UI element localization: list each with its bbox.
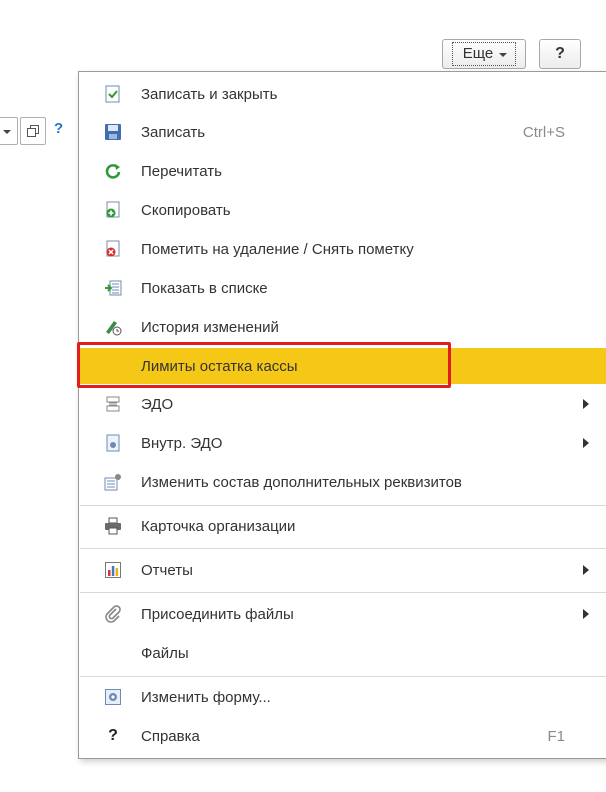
menu-item-label: Лимиты остатка кассы	[141, 357, 298, 375]
menu-item-cash-limits[interactable]: Лимиты остатка кассы	[79, 348, 606, 384]
menu-item-label: Справка	[141, 727, 200, 745]
menu-item-label: Файлы	[141, 644, 189, 662]
internal-edo-icon	[103, 433, 123, 453]
menu-item-shortcut: Ctrl+S	[522, 123, 565, 141]
open-window-icon	[27, 125, 39, 137]
menu-item-save[interactable]: Записать Ctrl+S	[79, 115, 606, 149]
menu-item-label: Записать и закрыть	[141, 85, 278, 103]
menu-item-label: ЭДО	[141, 395, 174, 413]
menu-item-label: Записать	[141, 123, 206, 141]
chevron-down-icon	[3, 130, 11, 134]
menu-item-label: Перечитать	[141, 162, 222, 180]
menu-item-label: Изменить форму...	[141, 688, 271, 706]
menu-item-label: Карточка организации	[141, 517, 296, 535]
submenu-arrow-icon	[583, 565, 589, 575]
menu-item-shortcut: F1	[547, 727, 565, 745]
menu-item-save-and-close[interactable]: Записать и закрыть	[79, 77, 606, 111]
more-button-label: Еще	[462, 45, 494, 62]
submenu-arrow-icon	[583, 609, 589, 619]
field-help-link[interactable]: ?	[54, 120, 63, 137]
more-button[interactable]: Еще	[442, 39, 526, 69]
printer-icon	[103, 516, 123, 536]
menu-item-label: Присоединить файлы	[141, 605, 294, 623]
menu-item-mark-delete[interactable]: Пометить на удаление / Снять пометку	[79, 232, 606, 266]
menu-item-edo[interactable]: ЭДО	[79, 387, 606, 421]
submenu-arrow-icon	[583, 438, 589, 448]
menu-item-show-in-list[interactable]: Показать в списке	[79, 271, 606, 305]
help-button[interactable]: ?	[539, 39, 581, 69]
menu-item-reread[interactable]: Перечитать	[79, 154, 606, 188]
edo-icon	[103, 394, 123, 414]
menu-item-files[interactable]: Файлы	[79, 636, 606, 670]
delete-mark-icon	[103, 239, 123, 259]
menu-item-edit-attributes[interactable]: Изменить состав дополнительных реквизито…	[79, 465, 606, 499]
menu-item-change-form[interactable]: Изменить форму...	[79, 680, 606, 714]
menu-item-reports[interactable]: Отчеты	[79, 553, 606, 587]
menu-item-label: Скопировать	[141, 201, 231, 219]
show-in-list-icon	[103, 278, 123, 298]
help-question-icon: ?	[108, 727, 118, 744]
menu-item-label: Изменить состав дополнительных реквизито…	[141, 473, 462, 491]
floppy-disk-icon	[103, 122, 123, 142]
paperclip-icon	[103, 604, 123, 624]
history-icon	[103, 317, 123, 337]
open-button[interactable]	[20, 117, 46, 145]
menu-item-history[interactable]: История изменений	[79, 310, 606, 344]
copy-document-icon	[103, 200, 123, 220]
more-actions-menu: Записать и закрыть Записать Ctrl+S Переч…	[78, 71, 606, 759]
menu-item-org-card[interactable]: Карточка организации	[79, 509, 606, 543]
menu-item-copy[interactable]: Скопировать	[79, 193, 606, 227]
menu-item-label: Внутр. ЭДО	[141, 434, 223, 452]
menu-separator	[80, 676, 606, 677]
menu-separator	[80, 548, 606, 549]
edit-attributes-icon	[103, 472, 123, 492]
dropdown-button[interactable]	[0, 117, 18, 145]
refresh-icon	[103, 161, 123, 181]
change-form-icon	[103, 687, 123, 707]
submenu-arrow-icon	[583, 399, 589, 409]
menu-item-internal-edo[interactable]: Внутр. ЭДО	[79, 426, 606, 460]
menu-item-label: Показать в списке	[141, 279, 268, 297]
menu-item-attach-files[interactable]: Присоединить файлы	[79, 597, 606, 631]
save-and-close-icon	[103, 84, 123, 104]
menu-item-label: Отчеты	[141, 561, 193, 579]
menu-item-label: Пометить на удаление / Снять пометку	[141, 240, 414, 258]
menu-item-label: История изменений	[141, 318, 279, 336]
menu-item-help[interactable]: ? Справка F1	[79, 719, 606, 753]
menu-separator	[80, 592, 606, 593]
menu-separator	[80, 505, 606, 506]
reports-icon	[103, 560, 123, 580]
chevron-down-icon	[499, 52, 508, 57]
